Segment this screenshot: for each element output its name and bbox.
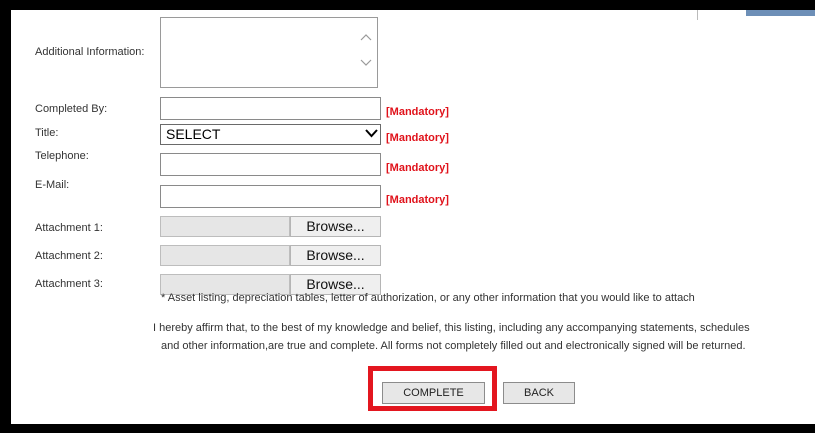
telephone-label: Telephone: (35, 150, 89, 162)
affirmation-line-2: and other information,are true and compl… (161, 340, 746, 352)
complete-button[interactable]: COMPLETE (382, 382, 485, 404)
title-select-value: SELECT (166, 126, 221, 142)
affirmation-line-1: I hereby affirm that, to the best of my … (153, 322, 750, 334)
attachment-2-label: Attachment 2: (35, 250, 103, 262)
telephone-input[interactable] (160, 153, 381, 176)
top-divider (697, 10, 698, 20)
additional-info-textarea[interactable] (160, 17, 378, 88)
attachment-2-field[interactable] (160, 245, 290, 266)
scroll-down-icon[interactable] (359, 58, 373, 68)
attachment-3-label: Attachment 3: (35, 278, 103, 290)
email-mandatory: [Mandatory] (386, 194, 449, 206)
top-tab[interactable] (744, 10, 815, 16)
form-panel: Additional Information: Completed By: [M… (11, 10, 815, 424)
scroll-up-icon[interactable] (359, 32, 373, 42)
attachment-1-browse-button[interactable]: Browse... (290, 216, 381, 237)
title-label: Title: (35, 127, 59, 139)
additional-info-label: Additional Information: (35, 46, 145, 58)
attachment-2-browse-button[interactable]: Browse... (290, 245, 381, 266)
attachment-1-label: Attachment 1: (35, 222, 103, 234)
back-button[interactable]: BACK (503, 382, 575, 404)
completed-by-input[interactable] (160, 97, 381, 120)
email-label: E-Mail: (35, 179, 70, 191)
title-select[interactable]: SELECT (160, 124, 381, 145)
chevron-down-icon (365, 129, 378, 138)
attachment-1-field[interactable] (160, 216, 290, 237)
completed-by-mandatory: [Mandatory] (386, 106, 449, 118)
email-input[interactable] (160, 185, 381, 208)
title-mandatory: [Mandatory] (386, 132, 449, 144)
attachment-note: * Asset listing, depreciation tables, le… (161, 292, 695, 304)
completed-by-label: Completed By: (35, 103, 108, 115)
telephone-mandatory: [Mandatory] (386, 162, 449, 174)
